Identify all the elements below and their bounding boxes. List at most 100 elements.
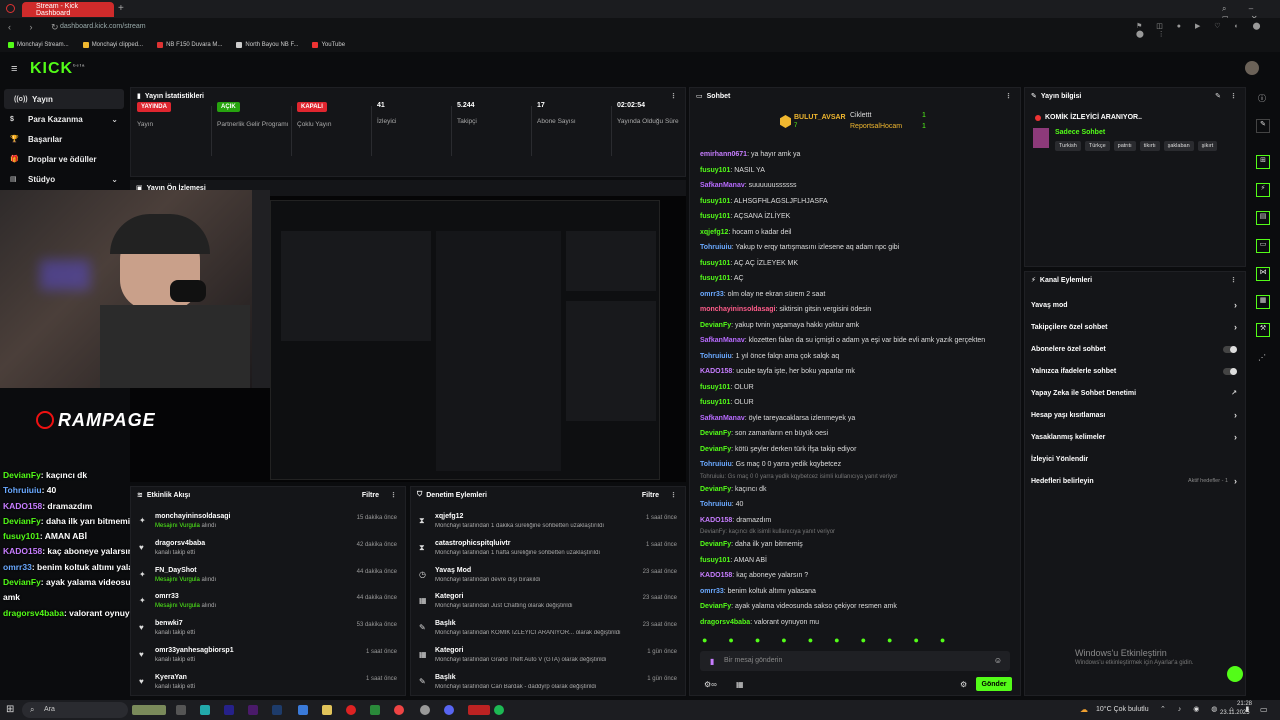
chat-message[interactable]: DevianFy: yakup tvnin yaşamaya hakkı yok…: [700, 318, 1018, 334]
activity-row[interactable]: ♥ benwki7 kanalı takip etti 53 dakika önce: [131, 618, 405, 644]
moderation-row[interactable]: ⧗ xqjefg12 Monchayi tarafından 1 dakika sü…: [411, 511, 685, 537]
support-bubble-icon[interactable]: [1227, 666, 1243, 682]
chat-message[interactable]: DevianFy: kaçıncı dk: [700, 482, 1018, 498]
edit-icon[interactable]: ✎: [1215, 92, 1221, 100]
mic-icon[interactable]: ▮: [710, 657, 714, 666]
chat-message[interactable]: fusuy101: NASIL YA: [700, 163, 1018, 179]
chat-username[interactable]: Tohruiuiu: [700, 501, 732, 508]
app-icon-1[interactable]: [200, 705, 210, 715]
chat-username[interactable]: DevianFy: [700, 322, 731, 329]
chat-message[interactable]: Tohruiuiu: Gs maç 0 0 yarra yedik kqybet…: [700, 457, 1018, 473]
chat-message[interactable]: KADO158: dramazdım: [700, 513, 1018, 529]
activity-filter-button[interactable]: Filtre: [362, 492, 379, 499]
browser-tab-active[interactable]: Stream - Kick Dashboard: [22, 2, 114, 17]
search-highlight-icon[interactable]: [132, 705, 166, 715]
chrome-icon[interactable]: [394, 705, 404, 715]
tag-chip[interactable]: Turkish: [1055, 141, 1081, 151]
explorer-icon[interactable]: [322, 705, 332, 715]
tag-chip[interactable]: şikırt: [1197, 141, 1218, 151]
taskbar-search[interactable]: ⌕ Ara: [22, 702, 128, 718]
chat-username[interactable]: DevianFy: [700, 486, 731, 493]
chat-username[interactable]: fusuy101: [700, 399, 730, 406]
chat-username[interactable]: Tohruiuiu: [700, 461, 732, 468]
chat-message[interactable]: SafkanManav: öyle tareyacaklarsa izlenme…: [700, 411, 1018, 427]
chat-username[interactable]: fusuy101: [700, 384, 730, 391]
moderation-row[interactable]: ✎ Başlık Monchayi tarafından KOMİK İZLEYİC…: [411, 618, 685, 644]
chat-message[interactable]: SafkanManav: suuuuuussssss: [700, 178, 1018, 194]
moderation-row[interactable]: ⧗ catastrophicspitqluivtr Monchayi tarafın…: [411, 538, 685, 564]
sidebar-item[interactable]: ▤ Stüdyo ⌄: [0, 169, 128, 189]
chat-message[interactable]: DevianFy: son zamanların en büyük oesi: [700, 426, 1018, 442]
menu-icon[interactable]: ≡: [11, 63, 17, 75]
chat-username[interactable]: fusuy101: [700, 213, 730, 220]
bookmark-item[interactable]: Monchayi clipped...: [82, 42, 143, 48]
aftereffects-icon[interactable]: [248, 705, 258, 715]
bookmark-item[interactable]: YouTube: [312, 42, 345, 48]
chat-message[interactable]: Tohruiuiu: 1 yıl önce falqn ama çok salq…: [700, 349, 1018, 365]
sidebar-item[interactable]: 🎁 Droplar ve ödüller: [0, 149, 128, 169]
moderation-row[interactable]: ▦ Kategori Monchayi tarafından Just Chatti…: [411, 591, 685, 617]
chat-message[interactable]: omrr33: olm olay ne ekran sürem 2 saat: [700, 287, 1018, 303]
chat-username[interactable]: KADO158: [700, 368, 732, 375]
channel-action-item[interactable]: Yapay Zeka ile Sohbet Denetimi ↗: [1025, 382, 1245, 404]
chat-message[interactable]: fusuy101: AÇSANA İZLİYEK: [700, 209, 1018, 225]
app-icon-3[interactable]: [370, 705, 380, 715]
moderation-filter-button[interactable]: Filtre: [642, 492, 659, 499]
channel-action-item[interactable]: Yalnızca ifadelerle sohbet: [1025, 360, 1245, 382]
notification-icon[interactable]: ▭: [1260, 705, 1268, 714]
chat-message[interactable]: fusuy101: ALHSGFHLAGSLJFLHJASFA: [700, 194, 1018, 210]
chat-username[interactable]: DevianFy: [700, 541, 731, 548]
sidebar-item[interactable]: ((o)) Yayın: [4, 89, 124, 109]
more-icon[interactable]: ⋮: [1005, 92, 1012, 100]
chat-username[interactable]: dragorsv4baba: [700, 619, 750, 626]
chat-username[interactable]: omrr33: [700, 588, 724, 595]
chat-message[interactable]: omrr33: benim koltuk altımı yalasana: [700, 584, 1018, 600]
browser-extension-icons[interactable]: ⚑ ◫ ● ▶ ♡ ◐ ⬤ ⬤ ⋮: [1136, 22, 1280, 38]
activity-row[interactable]: ♥ omr33yanhesagbiorsp1 kanalı takip etti 1 …: [131, 645, 405, 671]
more-icon[interactable]: ⋮: [1230, 92, 1237, 100]
discord-icon[interactable]: [444, 705, 454, 715]
chat-message[interactable]: fusuy101: AMAN ABİ: [700, 553, 1018, 569]
chat-message[interactable]: Tohruiuiu: 40: [700, 497, 1018, 513]
chat-username[interactable]: KADO158: [700, 517, 732, 524]
channel-action-control[interactable]: Aktif hedefler - 1 ›: [1188, 476, 1237, 486]
channel-action-item[interactable]: Takipçilere özel sohbet ›: [1025, 316, 1245, 338]
emoji-icon[interactable]: ☺: [994, 656, 1002, 665]
chat-username[interactable]: fusuy101: [700, 275, 730, 282]
chat-message[interactable]: KADO158: kaç aboneye yalarsın ?: [700, 568, 1018, 584]
moderation-row[interactable]: ◷ Yavaş Mod Monchayi tarafından devre dışı…: [411, 565, 685, 591]
chat-message[interactable]: fusuy101: OLUR: [700, 395, 1018, 411]
channel-action-item[interactable]: Hesap yaşı kısıtlaması ›: [1025, 404, 1245, 426]
spotify-icon[interactable]: [494, 705, 504, 715]
tag-chip[interactable]: şaklaban: [1163, 141, 1194, 151]
tag-chip[interactable]: patrıtı: [1113, 141, 1136, 151]
chat-username[interactable]: SafkanManav: [700, 415, 745, 422]
channel-action-item[interactable]: Yasaklanmış kelimeler ›: [1025, 426, 1245, 448]
new-tab-button[interactable]: +: [118, 3, 124, 14]
doc-rail-icon[interactable]: ▤: [1256, 211, 1270, 225]
clock-time[interactable]: 21:28: [1226, 701, 1252, 707]
category-name[interactable]: Sadece Sohbet: [1055, 129, 1105, 136]
opera-icon[interactable]: [346, 705, 356, 715]
moderation-row[interactable]: ▦ Kategori Monchayi tarafından Grand Theft…: [411, 645, 685, 671]
chat-input[interactable]: ▮ Bir mesaj gönderin ☺: [700, 651, 1010, 671]
chat-message[interactable]: DevianFy: daha ilk yarı bitmemiş: [700, 537, 1018, 553]
photoshop-icon[interactable]: [272, 705, 282, 715]
app-icon-2[interactable]: [298, 705, 308, 715]
weather-text[interactable]: 10°C Çok bulutlu: [1096, 706, 1149, 713]
windows-start-icon[interactable]: ⊞: [6, 704, 14, 715]
more-icon[interactable]: ⋮: [1230, 276, 1237, 284]
chat-username[interactable]: fusuy101: [700, 198, 730, 205]
url-field[interactable]: dashboard.kick.com/stream: [60, 23, 146, 30]
tag-chip[interactable]: tikırtı: [1139, 141, 1160, 151]
bookmark-item[interactable]: NB F150 Duvara M...: [157, 42, 222, 48]
chat-username[interactable]: fusuy101: [700, 260, 730, 267]
bookmark-item[interactable]: Monchayi Stream...: [8, 42, 69, 48]
channel-action-item[interactable]: Yavaş mod ›: [1025, 294, 1245, 316]
obs-icon[interactable]: [420, 705, 430, 715]
bookmark-item[interactable]: North Bayou NB F...: [236, 42, 298, 48]
channel-action-item[interactable]: Hedefleri belirleyin Aktif hedefler - 1 ›: [1025, 470, 1245, 492]
channel-action-control[interactable]: ›: [1234, 432, 1237, 442]
chat-message[interactable]: Tohruiuiu: Yakup tv erqy tartışmasını iz…: [700, 240, 1018, 256]
chat-username[interactable]: SafkanManav: [700, 337, 745, 344]
